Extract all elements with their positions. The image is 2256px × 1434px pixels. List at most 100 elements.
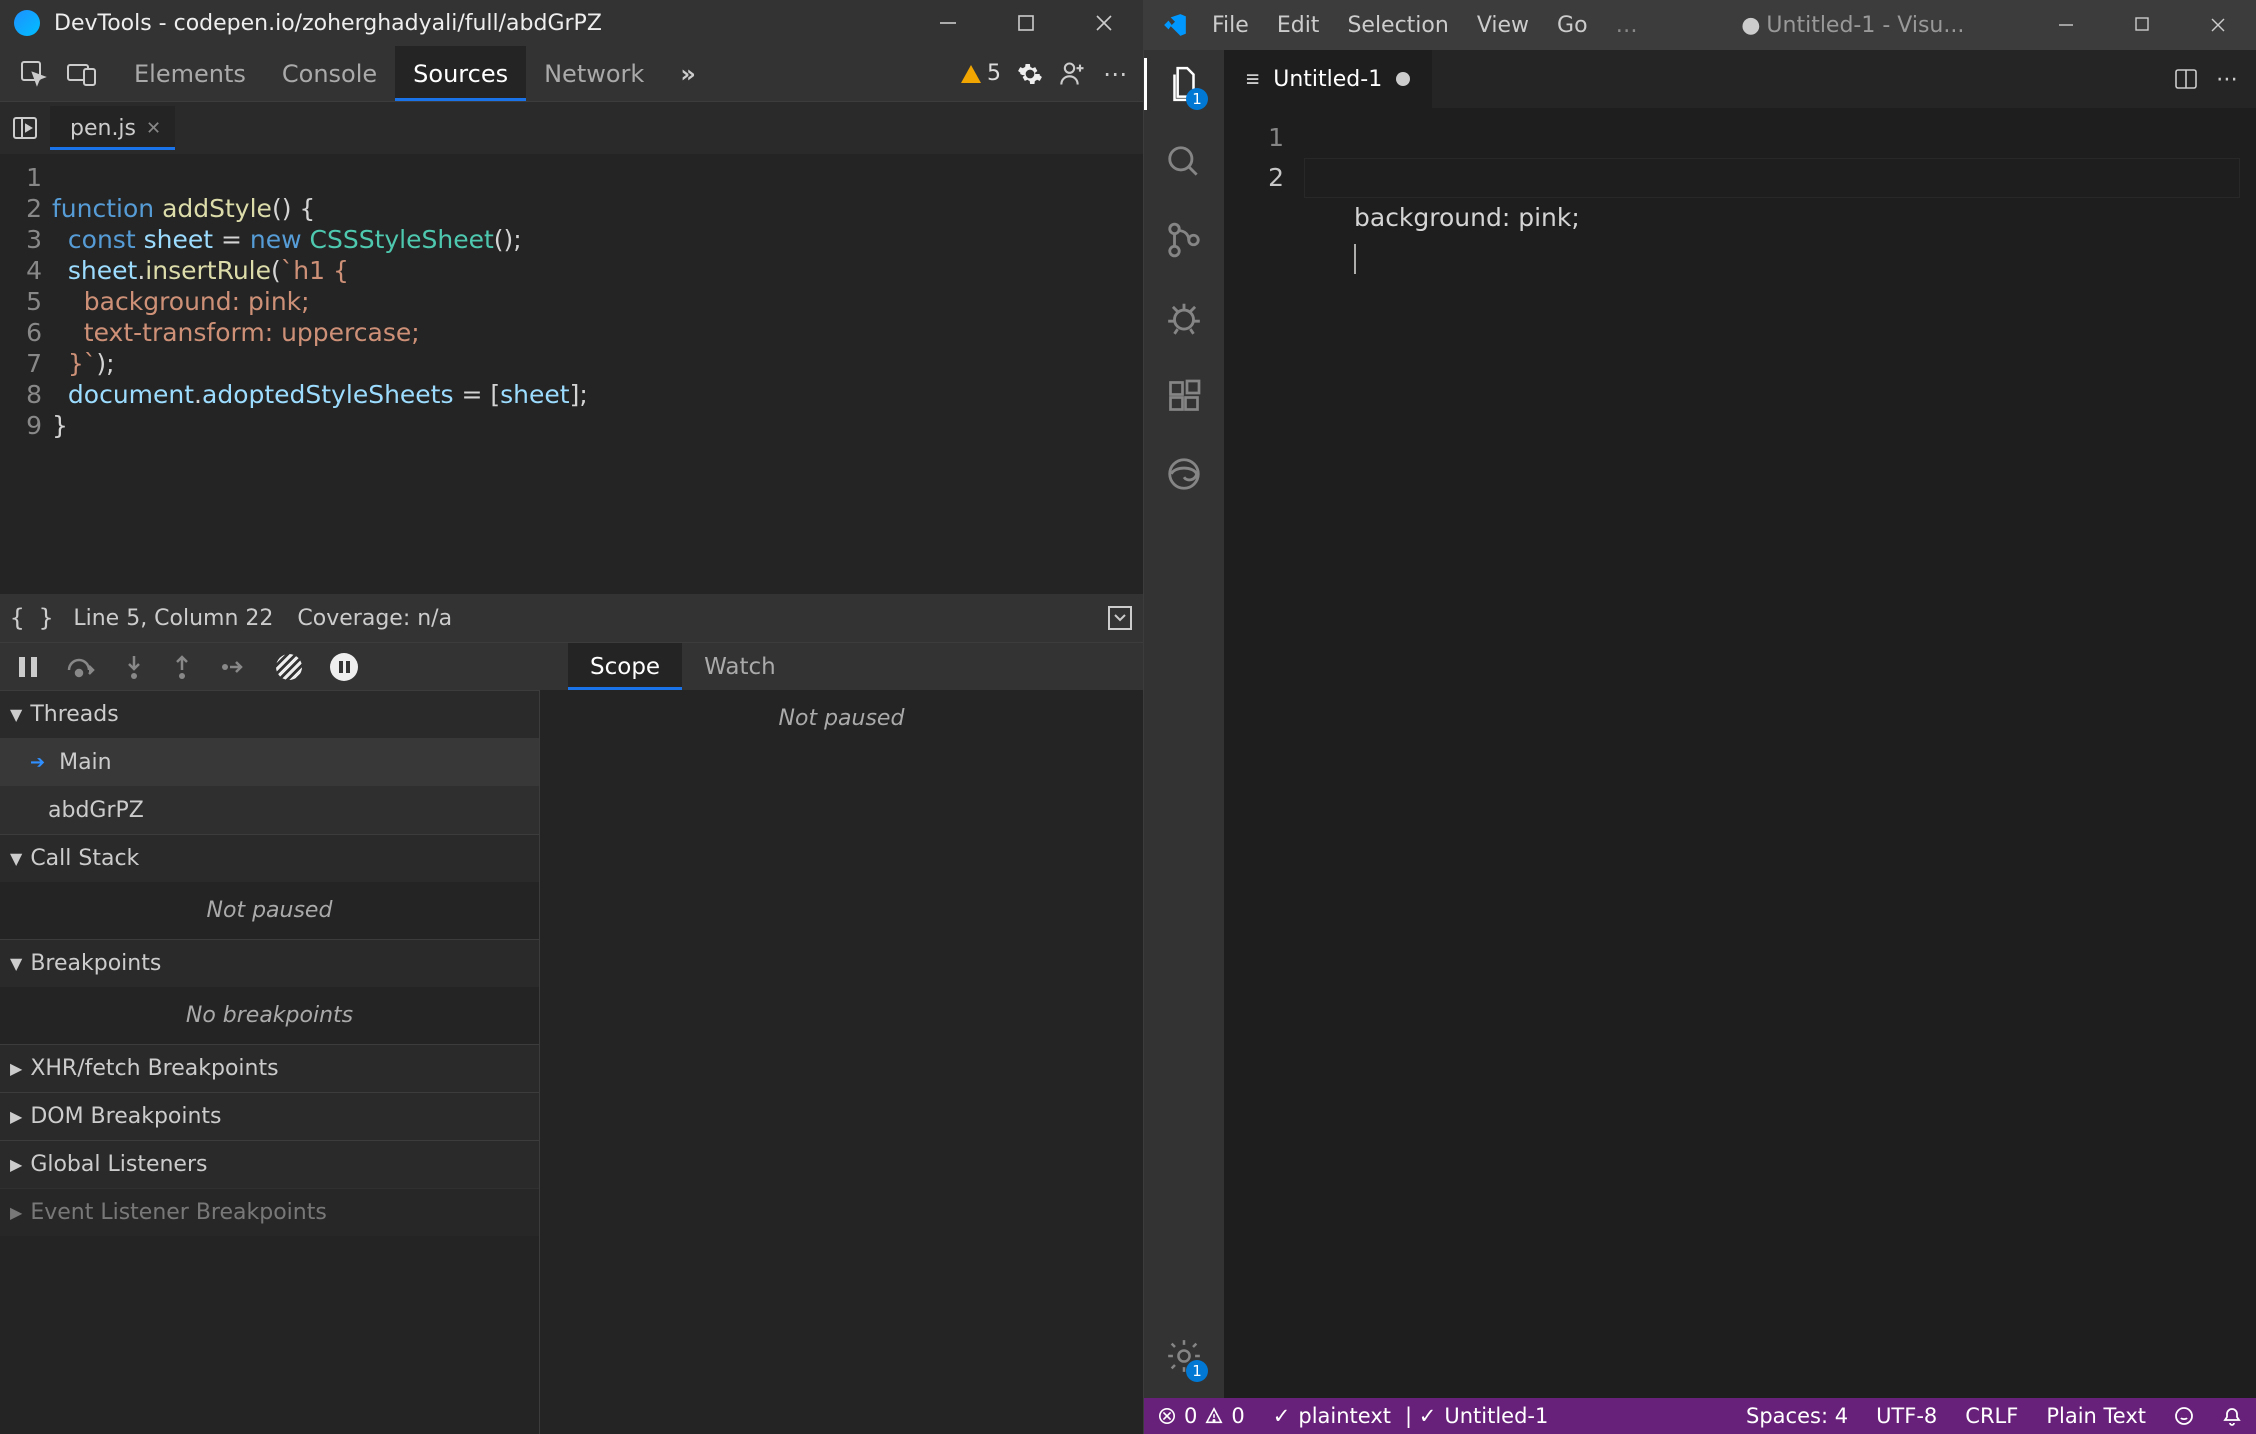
- devtools-title-text: DevTools - codepen.io/zoherghadyali/full…: [54, 11, 909, 36]
- breakpoints-empty-msg: No breakpoints: [0, 987, 539, 1044]
- warning-icon: [961, 65, 981, 83]
- thread-main[interactable]: ➔Main: [0, 738, 539, 786]
- close-button[interactable]: [1065, 0, 1143, 46]
- settings-icon[interactable]: [1017, 61, 1043, 87]
- feedback-icon[interactable]: [2160, 1406, 2208, 1426]
- indent-chip[interactable]: Spaces: 4: [1732, 1404, 1862, 1428]
- scope-not-paused-msg: Not paused: [540, 690, 1143, 747]
- panel-callstack-header[interactable]: ▼Call Stack: [0, 834, 539, 882]
- tab-elements[interactable]: Elements: [116, 46, 264, 101]
- issues-count: 5: [987, 61, 1001, 86]
- encoding-chip[interactable]: UTF-8: [1862, 1404, 1951, 1428]
- manage-badge: 1: [1186, 1360, 1208, 1382]
- devtools-favicon: [14, 10, 40, 36]
- cursor-position: Line 5, Column 22: [73, 606, 273, 631]
- menu-edit[interactable]: Edit: [1277, 13, 1320, 38]
- source-editor[interactable]: 123456789 function addStyle() { const sh…: [0, 154, 1143, 594]
- extensions-icon[interactable]: [1162, 374, 1206, 418]
- panel-global-header[interactable]: ▶Global Listeners: [0, 1140, 539, 1188]
- editor-tabstrip: ≡ Untitled-1 ⋯: [1224, 50, 2256, 108]
- notifications-icon[interactable]: [2208, 1406, 2256, 1426]
- more-icon[interactable]: ⋯: [1103, 60, 1129, 88]
- thread-child[interactable]: abdGrPZ: [0, 786, 539, 834]
- debug-icon[interactable]: [1162, 296, 1206, 340]
- panel-dom-header[interactable]: ▶DOM Breakpoints: [0, 1092, 539, 1140]
- file-tab-penjs[interactable]: pen.js ✕: [50, 106, 175, 150]
- file-type-icon: ≡: [1246, 67, 1259, 92]
- menu-bar: File Edit Selection View Go …: [1206, 13, 1638, 38]
- tab-console[interactable]: Console: [264, 46, 395, 101]
- line-gutter: 123456789: [0, 162, 52, 594]
- navigator-toggle-icon[interactable]: [0, 115, 50, 141]
- manage-icon[interactable]: 1: [1162, 1334, 1206, 1378]
- tab-network[interactable]: Network: [526, 46, 662, 101]
- pretty-print-icon[interactable]: { }: [10, 604, 53, 632]
- step-into-icon[interactable]: [124, 654, 144, 680]
- scope-watch-tabs: Scope Watch: [568, 643, 1143, 690]
- editor-more-icon[interactable]: ⋯: [2216, 67, 2240, 92]
- devtools-titlebar[interactable]: DevTools - codepen.io/zoherghadyali/full…: [0, 0, 1143, 46]
- vs-maximize-button[interactable]: [2104, 17, 2180, 31]
- inspect-element-icon[interactable]: [14, 54, 54, 94]
- file-tab-label: pen.js: [70, 116, 136, 141]
- menu-file[interactable]: File: [1212, 13, 1249, 38]
- panel-breakpoints-header[interactable]: ▼Breakpoints: [0, 939, 539, 987]
- vscode-title-text: ●Untitled-1 - Visu...: [1638, 13, 2028, 38]
- menu-go[interactable]: Go: [1557, 13, 1588, 38]
- tab-scope[interactable]: Scope: [568, 643, 682, 690]
- vs-editor-content[interactable]: background: pink;: [1304, 118, 2256, 1398]
- menu-view[interactable]: View: [1477, 13, 1529, 38]
- devtools-tabstrip: Elements Console Sources Network » 5 ⋯: [0, 46, 1143, 102]
- explorer-badge: 1: [1186, 88, 1208, 110]
- panel-xhr-header[interactable]: ▶XHR/fetch Breakpoints: [0, 1044, 539, 1092]
- source-control-icon[interactable]: [1162, 218, 1206, 262]
- tab-sources[interactable]: Sources: [395, 46, 526, 101]
- step-icon[interactable]: [220, 656, 248, 678]
- lang-mode-chip[interactable]: Plain Text: [2032, 1404, 2160, 1428]
- tab-watch[interactable]: Watch: [682, 643, 798, 690]
- deactivate-breakpoints-icon[interactable]: [276, 654, 302, 680]
- lang-hint-chip[interactable]: ✓plaintext: [1259, 1404, 1405, 1428]
- eol-chip[interactable]: CRLF: [1951, 1404, 2032, 1428]
- debug-toolbar-row: Scope Watch: [0, 642, 1143, 690]
- devtools-window: DevTools - codepen.io/zoherghadyali/full…: [0, 0, 1144, 1434]
- vs-close-button[interactable]: [2180, 17, 2256, 33]
- edge-tools-icon[interactable]: [1162, 452, 1206, 496]
- vscode-titlebar[interactable]: File Edit Selection View Go … ●Untitled-…: [1144, 0, 2256, 50]
- pause-icon[interactable]: [18, 656, 38, 678]
- collapse-bottom-icon[interactable]: [1107, 605, 1133, 631]
- editor-tab-label: Untitled-1: [1273, 67, 1382, 92]
- vs-line-gutter: 1 2: [1224, 118, 1304, 1398]
- menu-more[interactable]: …: [1616, 13, 1638, 38]
- tab-overflow[interactable]: »: [662, 46, 714, 101]
- debug-panels: ▼Threads ➔Main abdGrPZ ▼Call Stack Not p…: [0, 690, 1143, 1434]
- menu-selection[interactable]: Selection: [1347, 13, 1448, 38]
- step-out-icon[interactable]: [172, 654, 192, 680]
- vscode-statusbar: 0 0 ✓plaintext | ✓Untitled-1 Spaces: 4 U…: [1144, 1398, 2256, 1434]
- search-icon[interactable]: [1162, 140, 1206, 184]
- panel-threads-header[interactable]: ▼Threads: [0, 690, 539, 738]
- code-content[interactable]: function addStyle() { const sheet = new …: [52, 162, 1143, 594]
- panel-event-header[interactable]: ▶Event Listener Breakpoints: [0, 1188, 539, 1236]
- maximize-button[interactable]: [987, 0, 1065, 46]
- step-over-icon[interactable]: [66, 656, 96, 678]
- vs-minimize-button[interactable]: [2028, 17, 2104, 33]
- editor-tab-untitled[interactable]: ≡ Untitled-1: [1224, 50, 1432, 108]
- vscode-editor[interactable]: 1 2 background: pink;: [1224, 108, 2256, 1398]
- coverage-label: Coverage: n/a: [297, 606, 452, 631]
- issues-chip[interactable]: 5: [961, 61, 1001, 86]
- close-icon[interactable]: ✕: [146, 118, 161, 139]
- file-tabstrip: pen.js ✕: [0, 102, 1143, 154]
- callstack-empty-msg: Not paused: [0, 882, 539, 939]
- modified-dot-icon: [1396, 72, 1410, 86]
- vscode-logo-icon: [1162, 12, 1188, 38]
- pause-exceptions-icon[interactable]: [330, 653, 358, 681]
- file-status-chip[interactable]: | ✓Untitled-1: [1405, 1404, 1562, 1428]
- account-icon[interactable]: [1059, 60, 1087, 88]
- split-editor-icon[interactable]: [2174, 67, 2198, 92]
- minimize-button[interactable]: [909, 0, 987, 46]
- explorer-icon[interactable]: 1: [1162, 62, 1206, 106]
- device-toolbar-icon[interactable]: [62, 54, 102, 94]
- problems-chip[interactable]: 0 0: [1144, 1404, 1259, 1428]
- vscode-window: File Edit Selection View Go … ●Untitled-…: [1144, 0, 2256, 1434]
